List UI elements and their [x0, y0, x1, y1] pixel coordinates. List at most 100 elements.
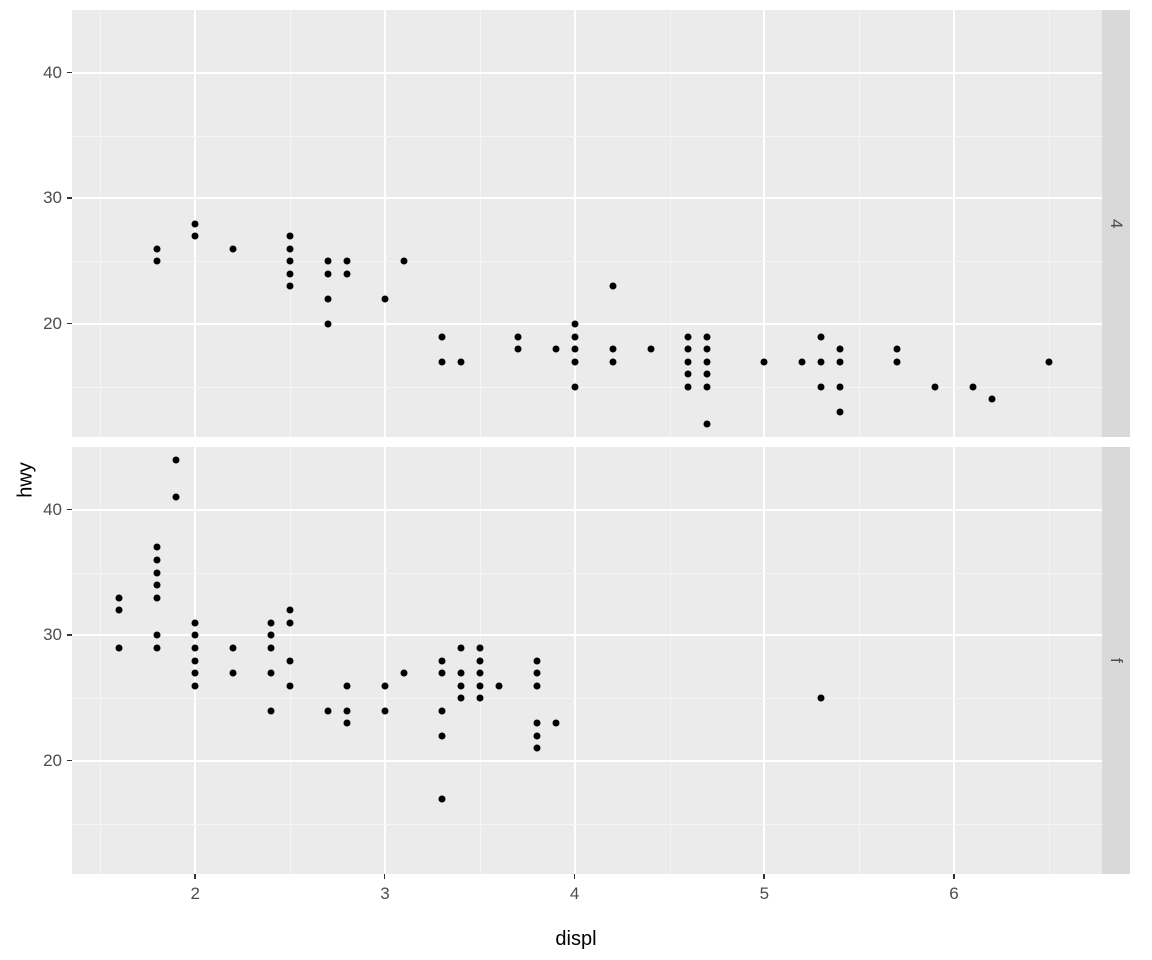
data-point — [533, 732, 540, 739]
data-point — [837, 358, 844, 365]
data-point — [704, 371, 711, 378]
y-tick-mark — [67, 760, 72, 762]
data-point — [287, 258, 294, 265]
data-point — [533, 745, 540, 752]
data-point — [704, 346, 711, 353]
data-point — [495, 682, 502, 689]
grid-v-minor — [290, 10, 291, 437]
data-point — [609, 358, 616, 365]
data-point — [268, 619, 275, 626]
data-point — [514, 346, 521, 353]
grid-h — [72, 197, 1102, 199]
facet-label-1: f — [1106, 658, 1126, 663]
grid-v — [574, 10, 576, 437]
facet-strip-0: 4 — [1102, 10, 1130, 437]
data-point — [173, 494, 180, 501]
grid-v — [763, 447, 765, 874]
data-point — [704, 383, 711, 390]
x-tick-label: 5 — [744, 884, 784, 904]
data-point — [154, 594, 161, 601]
data-point — [894, 358, 901, 365]
data-point — [438, 358, 445, 365]
y-tick-label: 30 — [22, 625, 62, 645]
data-point — [154, 245, 161, 252]
data-point — [344, 720, 351, 727]
grid-v-minor — [1049, 447, 1050, 874]
data-point — [818, 695, 825, 702]
y-tick-mark — [67, 323, 72, 325]
y-tick-mark — [67, 634, 72, 636]
data-point — [970, 383, 977, 390]
data-point — [647, 346, 654, 353]
data-point — [268, 707, 275, 714]
data-point — [476, 682, 483, 689]
x-tick-mark — [763, 874, 765, 879]
x-tick-label: 4 — [555, 884, 595, 904]
y-tick-label: 20 — [22, 314, 62, 334]
data-point — [381, 707, 388, 714]
data-point — [571, 320, 578, 327]
grid-v-minor — [670, 10, 671, 437]
data-point — [287, 233, 294, 240]
data-point — [704, 421, 711, 428]
data-point — [685, 371, 692, 378]
grid-v-minor — [100, 447, 101, 874]
data-point — [381, 682, 388, 689]
data-point — [192, 233, 199, 240]
data-point — [154, 632, 161, 639]
grid-v — [763, 10, 765, 437]
facet-strip-1: f — [1102, 447, 1130, 874]
data-point — [344, 682, 351, 689]
x-tick-mark — [953, 874, 955, 879]
data-point — [837, 408, 844, 415]
grid-h — [72, 509, 1102, 511]
data-point — [799, 358, 806, 365]
data-point — [571, 346, 578, 353]
grid-h-minor — [72, 573, 1102, 574]
data-point — [192, 644, 199, 651]
grid-v-minor — [100, 10, 101, 437]
grid-h — [72, 634, 1102, 636]
data-point — [552, 346, 559, 353]
data-point — [571, 383, 578, 390]
data-point — [476, 644, 483, 651]
x-tick-label: 2 — [175, 884, 215, 904]
data-point — [287, 619, 294, 626]
y-tick-label: 40 — [22, 500, 62, 520]
data-point — [154, 557, 161, 564]
data-point — [818, 383, 825, 390]
data-point — [571, 358, 578, 365]
data-point — [988, 396, 995, 403]
grid-h-minor — [72, 698, 1102, 699]
data-point — [438, 732, 445, 739]
data-point — [173, 456, 180, 463]
grid-h-minor — [72, 261, 1102, 262]
data-point — [837, 383, 844, 390]
data-point — [287, 657, 294, 664]
facet-label-0: 4 — [1106, 219, 1126, 228]
data-point — [609, 346, 616, 353]
grid-v — [384, 10, 386, 437]
x-tick-label: 6 — [934, 884, 974, 904]
grid-v-minor — [670, 447, 671, 874]
data-point — [287, 245, 294, 252]
data-point — [533, 657, 540, 664]
data-point — [116, 594, 123, 601]
data-point — [325, 295, 332, 302]
data-point — [154, 544, 161, 551]
chart-panel-0 — [72, 10, 1102, 437]
grid-h-minor — [72, 136, 1102, 137]
data-point — [287, 682, 294, 689]
grid-h — [72, 72, 1102, 74]
data-point — [230, 644, 237, 651]
data-point — [344, 258, 351, 265]
data-point — [894, 346, 901, 353]
grid-v — [384, 447, 386, 874]
x-tick-mark — [574, 874, 576, 879]
data-point — [230, 670, 237, 677]
data-point — [154, 258, 161, 265]
data-point — [116, 607, 123, 614]
grid-v-minor — [480, 10, 481, 437]
data-point — [932, 383, 939, 390]
y-tick-mark — [67, 72, 72, 74]
